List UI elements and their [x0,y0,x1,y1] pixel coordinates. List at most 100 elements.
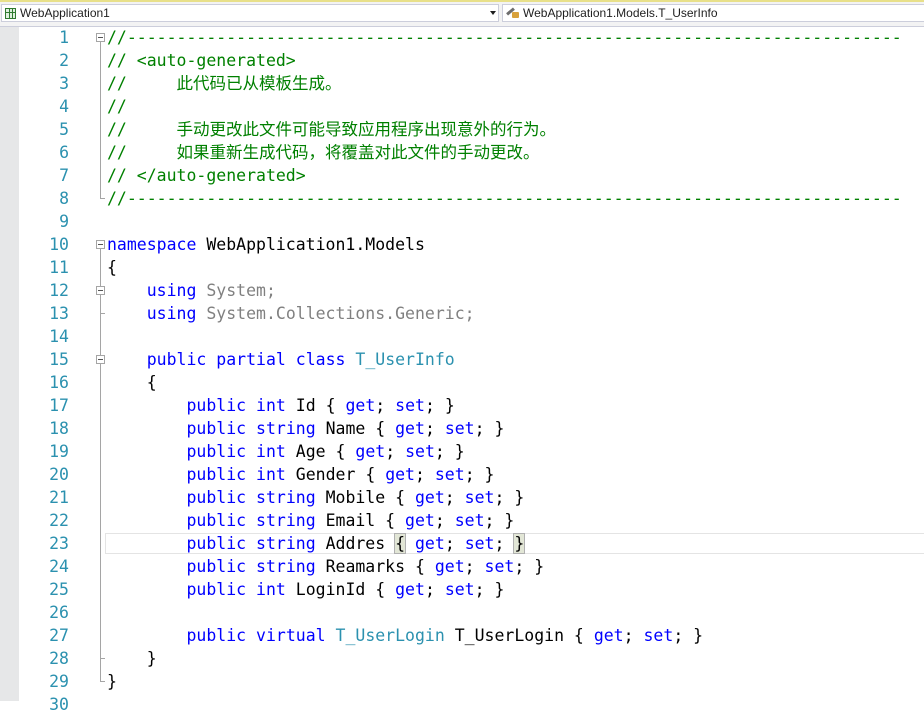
outline-guide-line [100,295,101,313]
member-dropdown[interactable]: WebApplication1.Models.T_UserInfo [502,4,924,22]
code-line[interactable]: 6 // 如果重新生成代码，将覆盖对此文件的手动更改。 [0,141,924,164]
code-line[interactable]: 14 [0,325,924,348]
code-token: } [107,649,157,668]
keyword-token: partial [216,350,286,369]
keyword-token: string [256,534,316,553]
code-line[interactable]: 11 { [0,256,924,279]
code-token: ; [444,488,465,507]
keyword-token: string [256,511,316,530]
code-line[interactable]: 16 { [0,371,924,394]
code-text: //--------------------------------------… [107,26,902,49]
code-line[interactable]: 23 public string Addres { get; set; } [0,532,924,555]
code-line[interactable]: 7 // </auto-generated> [0,164,924,187]
code-token: { [107,258,117,277]
code-token: ; [434,511,455,530]
project-dropdown[interactable]: WebApplication1 [1,4,499,22]
line-number: 14 [49,327,69,346]
collapse-toggle-icon[interactable] [96,240,105,249]
code-line[interactable]: 3 // 此代码已从模板生成。 [0,72,924,95]
code-token: Id { [285,396,346,415]
collapse-toggle-icon[interactable] [96,33,105,42]
code-token: ; } [484,511,515,530]
member-dropdown-label: WebApplication1.Models.T_UserInfo [523,6,718,20]
code-line[interactable]: 30 [0,693,924,716]
keyword-token: virtual [256,626,326,645]
keyword-token: public [186,580,247,599]
keyword-token: set [444,580,475,599]
keyword-token: get [345,396,376,415]
code-token: ; } [494,488,525,507]
code-token: ; [494,534,515,553]
code-text: public string Addres { get; set; } [107,532,526,555]
code-line[interactable]: 19 public int Age { get; set; } [0,440,924,463]
code-line[interactable]: 1 //-------------------------------------… [0,26,924,49]
code-line[interactable]: 26 [0,601,924,624]
code-text: public int LoginId { get; set; } [107,578,504,601]
code-line[interactable]: 17 public int Id { get; set; } [0,394,924,417]
code-line[interactable]: 2 // <auto-generated> [0,49,924,72]
collapse-toggle-icon[interactable] [96,286,105,295]
type-token: T_UserInfo [355,350,455,369]
chevron-down-icon[interactable] [490,11,496,15]
code-text: namespace WebApplication1.Models [107,233,425,256]
code-line[interactable]: 27 public virtual T_UserLogin T_UserLogi… [0,624,924,647]
code-line[interactable]: 8 //-------------------------------------… [0,187,924,210]
code-line[interactable]: 28 } [0,647,924,670]
project-dropdown-label: WebApplication1 [20,6,110,20]
keyword-token: get [405,511,435,530]
code-line[interactable]: 12 using System; [0,279,924,302]
keyword-token: public [186,511,247,530]
code-text: //--------------------------------------… [107,187,902,210]
code-line[interactable]: 21 public string Mobile { get; set; } [0,486,924,509]
brace-match-token: { [394,533,407,554]
code-line[interactable]: 13 using System.Collections.Generic; [0,302,924,325]
code-line[interactable]: 15 public partial class T_UserInfo [0,348,924,371]
keyword-token: public [186,396,247,415]
code-token: Addres [315,534,396,553]
comment-token: // <auto-generated> [107,51,296,70]
line-number: 4 [59,97,69,116]
keyword-token: set [464,534,495,553]
code-line[interactable]: 18 public string Name { get; set; } [0,417,924,440]
line-number: 28 [49,649,69,668]
keyword-token: get [355,442,386,461]
code-line[interactable]: 24 public string Reamarks { get; set; } [0,555,924,578]
code-line[interactable]: 5 // 手动更改此文件可能导致应用程序出现意外的行为。 [0,118,924,141]
code-token: T_UserLogin { [444,626,594,645]
keyword-token: public [186,557,247,576]
code-line[interactable]: 29} [0,670,924,693]
code-line[interactable]: 10 namespace WebApplication1.Models [0,233,924,256]
code-line[interactable]: 22 public string Email { get; set; } [0,509,924,532]
keyword-token: get [434,557,465,576]
code-line[interactable]: 4 // [0,95,924,118]
comment-token: // 如果重新生成代码，将覆盖对此文件的手动更改。 [107,143,540,162]
code-token: ; } [474,419,505,438]
code-token: System.Collections.Generic; [196,304,475,323]
navigation-bar: WebApplication1 WebApplication1.Models.T… [0,0,924,27]
code-token: ; [375,396,396,415]
code-line[interactable]: 9 [0,210,924,233]
code-token: Gender { [285,465,386,484]
code-editor[interactable]: 1 //-------------------------------------… [0,26,924,714]
collapse-toggle-icon[interactable] [96,355,105,364]
line-number: 30 [49,695,69,714]
code-text: public partial class T_UserInfo [107,348,455,371]
code-text: { [107,256,117,279]
keyword-token: set [454,511,485,530]
keyword-token: using [146,281,197,300]
csharp-project-icon [5,7,16,19]
code-text: // </auto-generated> [107,164,306,187]
code-token: } [107,672,117,691]
code-line[interactable]: 20 public int Gender { get; set; } [0,463,924,486]
brace-match-token: } [513,533,526,554]
code-token: ; } [434,442,465,461]
code-line[interactable]: 25 public int LoginId { get; set; } [0,578,924,601]
type-token: T_UserLogin [335,626,445,645]
